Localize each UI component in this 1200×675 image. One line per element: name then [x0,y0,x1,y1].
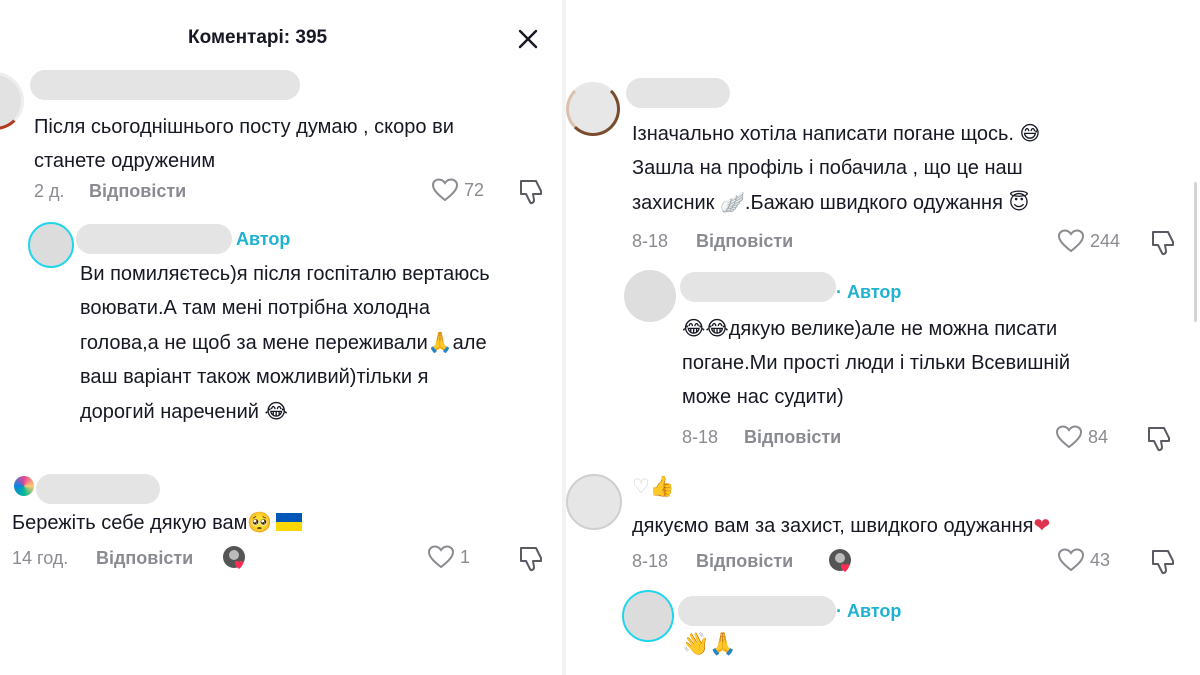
author-badge: · Автор [836,601,902,621]
comment-text: Після сьогоднішнього посту думаю , скоро… [34,116,454,172]
heart-icon [1058,548,1084,572]
comment-time: 8-18 [632,231,669,251]
comment-text: 😂😂дякую велике)але не можна писати поган… [682,316,1071,408]
comments-panel-right: Ізначально хотіла написати погане щось. … [566,0,1200,675]
heart-icon [1058,229,1084,253]
author-avatar[interactable] [624,270,676,322]
heart-icon [428,545,454,569]
like-count: 244 [1090,230,1121,251]
laughing-emoji: 😂 [264,399,288,423]
mending-heart-emoji: ❤ [1033,513,1051,537]
username-redacted [678,596,836,626]
sweat-smile-emoji: 😅 [1019,121,1041,145]
like-button[interactable]: 244 [1058,229,1120,253]
like-button[interactable]: 43 [1058,548,1110,572]
comment-time: 8-18 [682,427,719,447]
like-button[interactable]: 1 [428,545,470,569]
like-button[interactable]: 84 [1056,425,1108,449]
avatar[interactable] [566,82,620,136]
avatar[interactable] [0,72,24,130]
comments-title: Коментарі: 395 [188,27,328,48]
lollipop-icon [14,476,34,496]
reply-button[interactable]: Відповісти [89,181,186,202]
reply-button[interactable]: Відповісти [96,548,193,569]
close-icon[interactable] [513,24,543,54]
author-avatar[interactable] [622,590,674,642]
dislike-icon[interactable] [518,545,544,573]
creator-liked-avatar-icon[interactable] [222,545,248,571]
comment-text: Ізначально хотіла написати погане щось. … [632,121,1041,214]
reply-button[interactable]: Відповісти [696,551,793,572]
like-count: 43 [1090,549,1111,570]
author-badge: · Автор [836,282,902,302]
comments-panel-left: Коментарі: 395 Після сьогоднішнього пост… [0,0,562,675]
hand-gestures-emoji: 👋🙏 [682,632,737,657]
username-redacted [76,224,232,254]
like-button[interactable]: 72 [432,178,484,202]
ukraine-flag-icon [276,513,303,531]
username-redacted [30,70,300,100]
laughing-emoji: 😂😂 [682,316,729,340]
avatar[interactable] [566,474,622,530]
pleading-face-emoji: 🥺 [247,510,273,534]
like-count: 72 [464,179,485,200]
heart-and-thumbs-up-emoji: ♡👍 [632,474,675,498]
comment-time: 2 д. [34,181,65,201]
username-redacted [626,78,730,108]
praying-hands-emoji: 🙏 [427,330,453,354]
reply-button[interactable]: Відповісти [696,231,793,252]
like-count: 1 [460,546,471,567]
comment-text: Бережіть себе дякую вам🥺 [12,505,303,540]
feather-emoji: 🪽 [720,190,745,214]
comment-text: дякуємо вам за захист, швидкого одужання… [632,513,1051,537]
scrollbar[interactable] [1194,182,1197,322]
author-avatar[interactable] [28,222,74,268]
heart-icon [432,178,458,202]
dislike-icon[interactable] [1150,548,1176,576]
username-redacted [36,474,160,504]
comment-time: 8-18 [632,551,669,571]
halo-smile-emoji: 😇 [1008,190,1030,214]
creator-liked-avatar-icon[interactable] [828,548,854,574]
comment-time: 14 год. [12,548,69,568]
dislike-icon[interactable] [1150,229,1176,257]
reply-button[interactable]: Відповісти [744,427,841,448]
heart-icon [1056,425,1082,449]
dislike-icon[interactable] [1146,425,1172,453]
dislike-icon[interactable] [518,178,544,206]
username-redacted [680,272,836,302]
like-count: 84 [1088,426,1109,447]
comment-text: Ви помиляєтесь)я після госпіталю вертаюс… [80,263,490,423]
author-badge: Автор [236,229,291,249]
